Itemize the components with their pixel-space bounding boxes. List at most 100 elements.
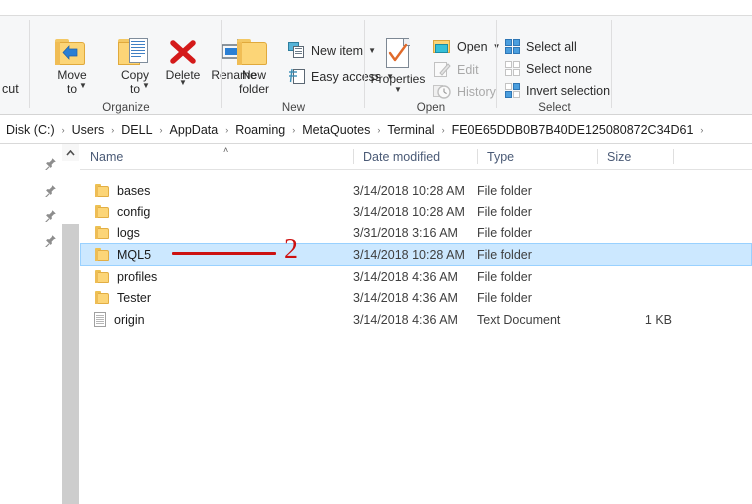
breadcrumb[interactable]: Disk (C:) › Users › DELL › AppData › Roa…: [0, 116, 752, 144]
breadcrumb-item-roaming[interactable]: Roaming: [232, 121, 288, 139]
column-header-date-modified[interactable]: Date modified: [353, 144, 477, 169]
new-item-label: New item: [311, 44, 363, 58]
pin-icon[interactable]: [44, 157, 57, 170]
edit-label: Edit: [457, 63, 479, 77]
table-row[interactable]: profiles 3/14/2018 4:36 AM File folder: [80, 266, 752, 287]
delete-button[interactable]: Delete ▼: [157, 38, 209, 82]
vertical-scrollbar[interactable]: [62, 144, 79, 504]
breadcrumb-item-appdata[interactable]: AppData: [167, 121, 222, 139]
pin-icon[interactable]: [44, 234, 57, 247]
table-row[interactable]: logs 3/31/2018 3:16 AM File folder: [80, 222, 752, 243]
chevron-right-icon: ›: [221, 125, 232, 135]
column-header-name[interactable]: Name: [80, 144, 353, 169]
copy-to-button[interactable]: Copy to ▼: [109, 38, 161, 96]
folder-icon: [95, 291, 110, 304]
properties-button[interactable]: Properties ▼: [367, 38, 429, 86]
file-list-rows: bases 3/14/2018 10:28 AM File folder con…: [80, 170, 752, 319]
column-header-date-modified-label: Date modified: [363, 150, 440, 164]
edit-icon: [433, 61, 452, 78]
move-to-icon: [55, 38, 89, 66]
folder-icon: [95, 205, 110, 218]
file-type-cell: File folder: [477, 270, 532, 284]
pin-icon[interactable]: [44, 184, 57, 197]
file-name-cell: config: [80, 205, 150, 219]
column-header-size[interactable]: Size: [597, 144, 673, 169]
invert-selection-label: Invert selection: [526, 84, 610, 98]
file-size-cell: 1 KB: [597, 313, 672, 327]
copy-to-icon: [118, 38, 152, 66]
table-row[interactable]: bases 3/14/2018 10:28 AM File folder: [80, 180, 752, 201]
breadcrumb-item-dell[interactable]: DELL: [118, 121, 155, 139]
cut-button-label[interactable]: cut: [2, 82, 19, 96]
file-name-cell: Tester: [80, 291, 151, 305]
history-icon: [433, 83, 452, 100]
file-name: logs: [117, 226, 140, 240]
annotation-line: [172, 252, 276, 255]
open-folder-icon: [433, 39, 452, 55]
chevron-down-icon[interactable]: ▼: [394, 86, 402, 94]
file-date-cell: 3/14/2018 4:36 AM: [353, 313, 458, 327]
history-button[interactable]: History: [433, 83, 496, 100]
file-name-cell: logs: [80, 226, 140, 240]
ribbon-group-label-open: Open: [365, 102, 497, 114]
ribbon-toolbar: cut Move to ▼: [0, 15, 752, 115]
open-button[interactable]: Open ▼: [433, 39, 501, 55]
chevron-right-icon: ›: [107, 125, 118, 135]
file-date-cell: 3/14/2018 10:28 AM: [353, 248, 465, 262]
file-name-cell: bases: [80, 184, 150, 198]
folder-icon: [95, 270, 110, 283]
select-none-button[interactable]: Select none: [505, 61, 592, 77]
select-none-label: Select none: [526, 62, 592, 76]
chevron-right-icon[interactable]: ›: [696, 125, 707, 135]
select-all-icon: [505, 39, 521, 55]
folder-icon: [95, 248, 110, 261]
file-explorer-window: cut Move to ▼: [0, 0, 752, 504]
chevron-down-icon[interactable]: ▼: [79, 82, 87, 90]
text-document-icon: [94, 312, 107, 327]
folder-icon: [95, 226, 110, 239]
file-name: MQL5: [117, 248, 151, 262]
navigation-pane-pins: [0, 144, 60, 504]
invert-selection-button[interactable]: Invert selection: [505, 83, 610, 99]
open-label: Open: [457, 40, 488, 54]
table-row[interactable]: origin 3/14/2018 4:36 AM Text Document 1…: [80, 309, 752, 330]
ribbon-group-organize: Move to ▼ Copy to ▼: [30, 16, 222, 116]
easy-access-icon: [288, 68, 306, 86]
file-date-cell: 3/31/2018 3:16 AM: [353, 226, 458, 240]
move-to-button[interactable]: Move to ▼: [46, 38, 98, 96]
file-type-cell: File folder: [477, 291, 532, 305]
table-row[interactable]: config 3/14/2018 10:28 AM File folder: [80, 201, 752, 222]
edit-button[interactable]: Edit: [433, 61, 479, 78]
breadcrumb-item-instance-id[interactable]: FE0E65DDB0B7B40DE125080872C34D61: [449, 121, 697, 139]
pin-icon[interactable]: [44, 209, 57, 222]
file-name: bases: [117, 184, 150, 198]
new-item-button[interactable]: New item ▼: [288, 42, 376, 59]
select-all-button[interactable]: Select all: [505, 39, 577, 55]
file-type-cell: Text Document: [477, 313, 560, 327]
file-list-header: Name ˄ Date modified Type Size: [80, 144, 752, 170]
chevron-right-icon: ›: [438, 125, 449, 135]
ribbon-divider: [611, 20, 612, 108]
scrollbar-track[interactable]: [62, 161, 79, 504]
file-name-cell: origin: [80, 312, 145, 327]
breadcrumb-item-terminal[interactable]: Terminal: [384, 121, 437, 139]
invert-selection-icon: [505, 83, 521, 99]
new-folder-button[interactable]: New folder: [228, 38, 280, 96]
chevron-up-icon: [66, 150, 75, 156]
breadcrumb-item-users[interactable]: Users: [69, 121, 108, 139]
breadcrumb-item-disk-c[interactable]: Disk (C:): [3, 121, 58, 139]
move-to-label: Move to: [46, 68, 98, 96]
delete-icon: [166, 38, 200, 66]
column-resize-handle[interactable]: [673, 149, 674, 164]
chevron-down-icon[interactable]: ▼: [179, 79, 187, 87]
file-name: origin: [114, 313, 145, 327]
ribbon-group-open: Properties ▼ Open ▼ Edit: [365, 16, 497, 116]
column-header-type[interactable]: Type: [477, 144, 597, 169]
scroll-up-button[interactable]: [62, 144, 79, 161]
scrollbar-thumb[interactable]: [62, 224, 79, 504]
table-row[interactable]: Tester 3/14/2018 4:36 AM File folder: [80, 287, 752, 308]
select-none-icon: [505, 61, 521, 77]
chevron-down-icon[interactable]: ▼: [142, 82, 150, 90]
file-name-cell: profiles: [80, 270, 157, 284]
breadcrumb-item-metaquotes[interactable]: MetaQuotes: [299, 121, 373, 139]
